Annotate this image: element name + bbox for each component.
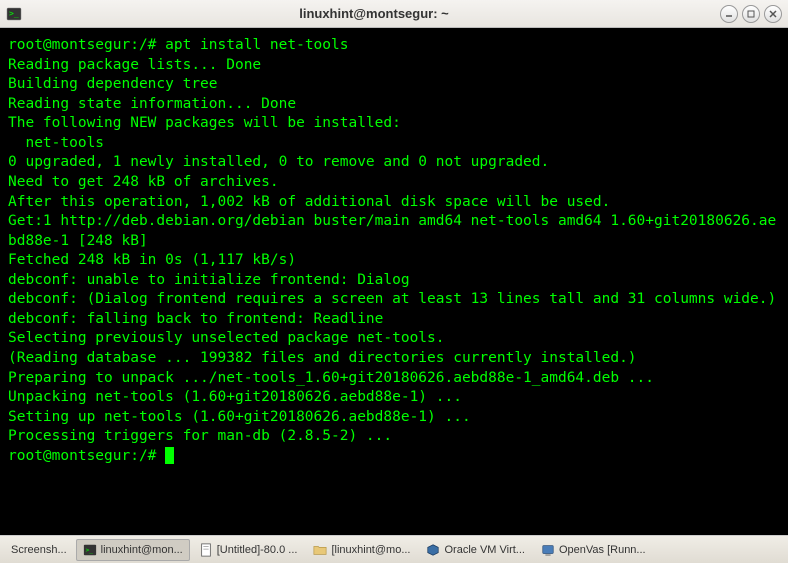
- titlebar: >_ linuxhint@montsegur: ~: [0, 0, 788, 28]
- terminal-icon: >_: [83, 543, 97, 557]
- cursor: [165, 447, 174, 464]
- shell-prompt: root@montsegur:/#: [8, 448, 156, 464]
- terminal-line: Fetched 248 kB in 0s (1,117 kB/s): [8, 252, 296, 268]
- window-controls: [720, 5, 782, 23]
- terminal-line: Need to get 248 kB of archives.: [8, 174, 279, 190]
- taskbar-label: [linuxhint@mo...: [331, 544, 410, 556]
- taskbar-label: Screensh...: [11, 544, 67, 556]
- svg-text:>_: >_: [85, 546, 93, 553]
- window-title: linuxhint@montsegur: ~: [28, 6, 720, 21]
- terminal-line: Get:1 http://deb.debian.org/debian buste…: [8, 213, 776, 249]
- terminal-icon: >_: [6, 6, 22, 22]
- taskbar-item-virtualbox[interactable]: Oracle VM Virt...: [419, 539, 531, 561]
- folder-icon: [313, 543, 327, 557]
- terminal-line: 0 upgraded, 1 newly installed, 0 to remo…: [8, 154, 549, 170]
- shell-prompt: root@montsegur:/#: [8, 37, 165, 53]
- terminal-line: Unpacking net-tools (1.60+git20180626.ae…: [8, 389, 462, 405]
- terminal-line: Selecting previously unselected package …: [8, 330, 445, 346]
- taskbar-item-terminal[interactable]: >_ linuxhint@mon...: [76, 539, 190, 561]
- taskbar-label: [Untitled]-80.0 ...: [217, 544, 298, 556]
- terminal-line: Reading state information... Done: [8, 96, 296, 112]
- maximize-button[interactable]: [742, 5, 760, 23]
- terminal-line: Reading package lists... Done: [8, 57, 261, 73]
- taskbar-item-screenshot[interactable]: Screensh...: [4, 540, 74, 560]
- taskbar-item-openvas[interactable]: OpenVas [Runn...: [534, 539, 653, 561]
- terminal-line: debconf: falling back to frontend: Readl…: [8, 311, 383, 327]
- terminal-line: debconf: unable to initialize frontend: …: [8, 272, 410, 288]
- taskbar-item-files[interactable]: [linuxhint@mo...: [306, 539, 417, 561]
- shell-command: apt install net-tools: [165, 37, 348, 53]
- document-icon: [199, 543, 213, 557]
- terminal-line: Setting up net-tools (1.60+git20180626.a…: [8, 409, 471, 425]
- taskbar-label: Oracle VM Virt...: [444, 544, 524, 556]
- taskbar-item-untitled[interactable]: [Untitled]-80.0 ...: [192, 539, 305, 561]
- close-button[interactable]: [764, 5, 782, 23]
- virtualbox-icon: [426, 543, 440, 557]
- terminal-line: The following NEW packages will be insta…: [8, 115, 401, 131]
- terminal-line: debconf: (Dialog frontend requires a scr…: [8, 291, 776, 307]
- terminal-line: net-tools: [8, 135, 104, 151]
- vm-icon: [541, 543, 555, 557]
- terminal-line: Processing triggers for man-db (2.8.5-2)…: [8, 428, 392, 444]
- terminal-line: Building dependency tree: [8, 76, 218, 92]
- taskbar-label: OpenVas [Runn...: [559, 544, 646, 556]
- taskbar-label: linuxhint@mon...: [101, 544, 183, 556]
- terminal-line: Preparing to unpack .../net-tools_1.60+g…: [8, 370, 654, 386]
- terminal-output[interactable]: root@montsegur:/# apt install net-tools …: [0, 28, 788, 535]
- taskbar: Screensh... >_ linuxhint@mon... [Untitle…: [0, 535, 788, 563]
- svg-text:>_: >_: [9, 9, 19, 18]
- minimize-button[interactable]: [720, 5, 738, 23]
- terminal-line: (Reading database ... 199382 files and d…: [8, 350, 637, 366]
- terminal-line: After this operation, 1,002 kB of additi…: [8, 194, 610, 210]
